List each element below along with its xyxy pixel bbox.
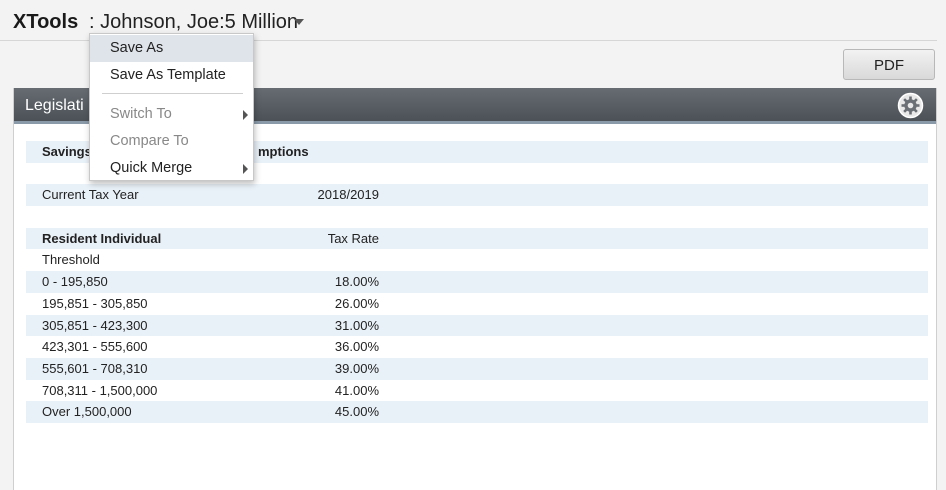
menu-item-save-as-template[interactable]: Save As Template — [90, 62, 253, 89]
table-row: Threshold — [26, 249, 928, 271]
table-row: 195,851 - 305,850 26.00% — [26, 293, 928, 315]
menu-item-label: Switch To — [110, 106, 172, 122]
table-row: 423,301 - 555,600 36.00% — [26, 336, 928, 358]
pdf-button[interactable]: PDF — [843, 49, 935, 80]
client-dropdown-menu: Save As Save As Template Switch To Compa… — [89, 33, 254, 181]
row-value: 2018/2019 — [317, 187, 379, 203]
menu-item-compare-to[interactable]: Compare To — [90, 128, 253, 155]
chevron-right-icon — [243, 110, 248, 120]
row-label: 305,851 - 423,300 — [42, 317, 148, 333]
row-value: 18.00% — [334, 274, 379, 290]
menu-item-save-as[interactable]: Save As — [90, 35, 253, 62]
row-value: 26.00% — [334, 295, 379, 311]
table-row: 305,851 - 423,300 31.00% — [26, 314, 928, 337]
row-value: Tax Rate — [327, 230, 379, 246]
row-value: 36.00% — [334, 339, 379, 355]
row-label: Over 1,500,000 — [42, 404, 132, 420]
table-row: Current Tax Year 2018/2019 — [26, 184, 928, 207]
row-label: Resident Individual — [42, 230, 162, 246]
row-label: Savings — [42, 144, 92, 159]
caret-down-icon[interactable] — [294, 19, 304, 25]
row-value: 41.00% — [334, 382, 379, 398]
row-value: 31.00% — [334, 317, 379, 333]
table-row: 555,601 - 708,310 39.00% — [26, 357, 928, 380]
table-row: Over 1,500,000 45.00% — [26, 401, 928, 423]
row-label: 555,601 - 708,310 — [42, 360, 148, 376]
row-label: Current Tax Year — [42, 187, 139, 203]
panel-title: Legislati — [25, 97, 84, 114]
table-row: Resident Individual Tax Rate — [26, 227, 928, 250]
row-label: 0 - 195,850 — [42, 274, 108, 290]
menu-separator — [102, 93, 243, 94]
row-value: 45.00% — [334, 404, 379, 420]
app-brand: XTools — [13, 11, 79, 33]
client-selector[interactable]: : Johnson, Joe:5 Million — [89, 11, 298, 34]
table-row: 708,311 - 1,500,000 41.00% — [26, 380, 928, 402]
row-label: Threshold — [42, 252, 100, 268]
menu-item-switch-to[interactable]: Switch To — [90, 101, 253, 128]
row-label: 708,311 - 1,500,000 — [42, 382, 158, 398]
chevron-right-icon — [243, 164, 248, 174]
row-label: 195,851 - 305,850 — [42, 295, 148, 311]
row-label-continued: mptions — [258, 144, 309, 159]
tax-table: Savings mptions Current Tax Year 2018/2019 R… — [26, 141, 928, 423]
row-label: 423,301 - 555,600 — [42, 339, 148, 355]
gear-icon[interactable] — [897, 92, 924, 124]
table-row: 0 - 195,850 18.00% — [26, 271, 928, 293]
menu-item-quick-merge[interactable]: Quick Merge — [90, 155, 253, 182]
row-value: 39.00% — [334, 360, 379, 376]
table-row — [26, 206, 928, 228]
menu-item-label: Quick Merge — [110, 160, 193, 176]
